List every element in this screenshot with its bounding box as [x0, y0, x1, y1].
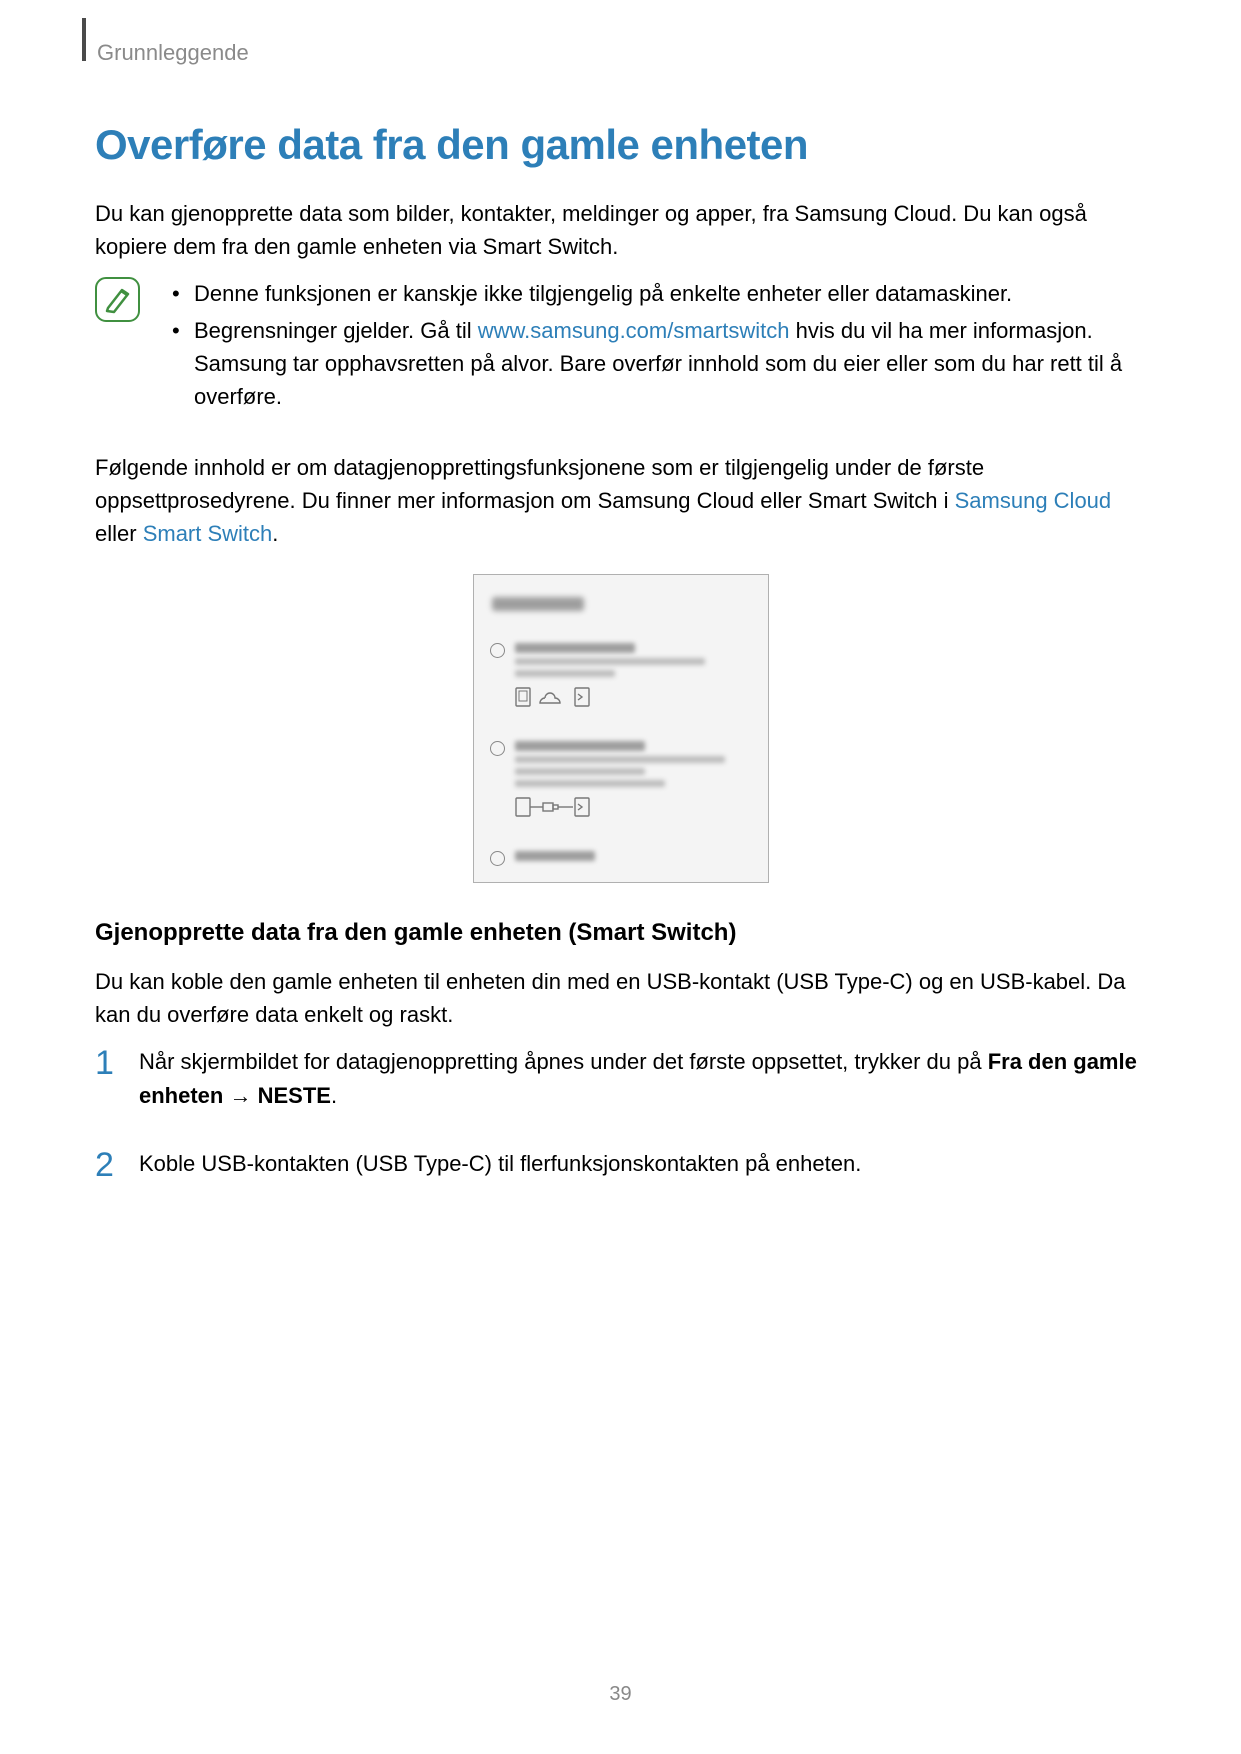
- step-1: Når skjermbildet for datagjenoppretting …: [95, 1045, 1146, 1113]
- blur-text: [515, 851, 595, 861]
- blur-text: [515, 741, 645, 751]
- radio-icon: [490, 851, 505, 866]
- radio-icon: [490, 741, 505, 756]
- note-item-2: Begrensninger gjelder. Gå til www.samsun…: [170, 314, 1146, 413]
- blur-text: [515, 658, 705, 665]
- option-samsung-cloud: [490, 643, 752, 731]
- step-2: Koble USB-kontakten (USB Type-C) til fle…: [95, 1147, 1146, 1181]
- smartswitch-link[interactable]: www.samsung.com/smartswitch: [478, 318, 790, 343]
- blur-text: [515, 643, 635, 653]
- blur-text: [515, 670, 615, 677]
- note-item-2-pre: Begrensninger gjelder. Gå til: [194, 318, 478, 343]
- intro-paragraph: Du kan gjenopprette data som bilder, kon…: [95, 197, 1146, 263]
- blur-text: [515, 756, 725, 763]
- note-list: Denne funksjonen er kanskje ikke tilgjen…: [170, 277, 1146, 417]
- step1-mid: →: [223, 1083, 257, 1108]
- page-title: Overføre data fra den gamle enheten: [95, 121, 1146, 169]
- smart-switch-link[interactable]: Smart Switch: [143, 521, 273, 546]
- option-old-device: [490, 741, 752, 841]
- blur-text: [515, 768, 645, 775]
- steps-list: Når skjermbildet for datagjenoppretting …: [95, 1045, 1146, 1181]
- step1-post: .: [331, 1083, 337, 1108]
- samsung-cloud-link[interactable]: Samsung Cloud: [955, 488, 1112, 513]
- blur-text: [515, 780, 665, 787]
- para2-pre: Følgende innhold er om datagjenopprettin…: [95, 455, 984, 513]
- note-item-1: Denne funksjonen er kanskje ikke tilgjen…: [170, 277, 1146, 310]
- option-dont-restore: [490, 851, 752, 866]
- note-block: Denne funksjonen er kanskje ikke tilgjen…: [95, 277, 1146, 417]
- page-number: 39: [0, 1683, 1241, 1706]
- restore-data-screenshot: [473, 574, 769, 883]
- subheading-smart-switch: Gjenopprette data fra den gamle enheten …: [95, 919, 1146, 947]
- paragraph-3: Du kan koble den gamle enheten til enhet…: [95, 965, 1146, 1031]
- para2-post: .: [272, 521, 278, 546]
- screenshot-title-blur: [492, 597, 584, 611]
- paragraph-2: Følgende innhold er om datagjenopprettin…: [95, 451, 1146, 550]
- usb-transfer-icon: [515, 795, 752, 819]
- section-label: Grunnleggende: [97, 40, 1146, 66]
- para2-mid: eller: [95, 521, 143, 546]
- cloud-transfer-icon: [515, 685, 752, 709]
- step1-pre: Når skjermbildet for datagjenoppretting …: [139, 1049, 988, 1074]
- step1-bold2: NESTE: [258, 1083, 331, 1108]
- header-divider: [82, 18, 86, 61]
- note-icon: [95, 277, 140, 322]
- radio-icon: [490, 643, 505, 658]
